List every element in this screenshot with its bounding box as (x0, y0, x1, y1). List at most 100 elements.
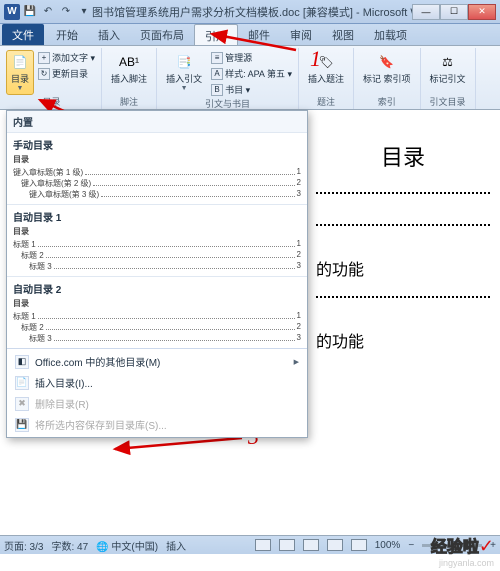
update-toc-button[interactable]: ↻更新目录 (36, 66, 97, 81)
page-num: 1 (297, 311, 301, 322)
group-toc: 📄 目录 ▼ +添加文字 ▾ ↻更新目录 目录 (2, 48, 102, 109)
view-web[interactable] (303, 539, 319, 551)
status-mode[interactable]: 插入 (166, 538, 186, 553)
group-caption: 🏷 插入题注 题注 (299, 48, 354, 109)
document-area[interactable]: 目录 的功能 的功能 (308, 110, 498, 531)
mark-entry-button[interactable]: 🔖 标记 索引项 (358, 50, 416, 88)
list-item: 键入章标题(第 3 级) (29, 189, 99, 200)
gallery-auto-toc-2[interactable]: 自动目录 2 目录 标题 11 标题 22 标题 33 (7, 276, 307, 348)
maximize-button[interactable]: ☐ (440, 4, 468, 20)
citation-label: 插入引文 (166, 72, 202, 85)
style-selector[interactable]: A样式: APA 第五 ▾ (209, 66, 294, 81)
tab-addins[interactable]: 加载项 (364, 24, 417, 45)
toc-gallery: 内置 手动目录 目录 键入章标题(第 1 级)1 键入章标题(第 2 级)2 键… (6, 110, 308, 438)
dotted-rule (316, 192, 490, 194)
remove-icon: ✖ (15, 397, 29, 411)
redo-icon[interactable]: ↷ (58, 4, 74, 20)
status-words[interactable]: 字数: 47 (51, 538, 88, 553)
page-num: 2 (297, 322, 301, 333)
lang-label: 中文(中国) (111, 542, 158, 553)
remove-toc-menu: ✖删除目录(R) (7, 393, 307, 414)
insert-caption-button[interactable]: 🏷 插入题注 (303, 50, 349, 88)
undo-icon[interactable]: ↶ (40, 4, 56, 20)
tab-home[interactable]: 开始 (46, 24, 88, 45)
save-selection-menu: 💾将所选内容保存到目录库(S)... (7, 414, 307, 435)
list-item: 标题 2 (21, 250, 44, 261)
zoom-value[interactable]: 100% (375, 540, 401, 551)
add-text-label: 添加文字 ▾ (52, 51, 95, 64)
view-outline[interactable] (327, 539, 343, 551)
tab-view[interactable]: 视图 (322, 24, 364, 45)
insert-footnote-button[interactable]: AB¹ 插入脚注 (106, 50, 152, 88)
chevron-down-icon: ▼ (181, 85, 188, 92)
bibliography-button[interactable]: B书目 ▾ (209, 82, 294, 97)
tab-references[interactable]: 引用 (194, 24, 238, 45)
gallery-manual-toc[interactable]: 手动目录 目录 键入章标题(第 1 级)1 键入章标题(第 2 级)2 键入章标… (7, 132, 307, 204)
auto2-title: 自动目录 2 (13, 281, 301, 296)
cite-icon: ⚖ (439, 53, 457, 71)
tab-insert[interactable]: 插入 (88, 24, 130, 45)
tab-mailings[interactable]: 邮件 (238, 24, 280, 45)
auto1-title: 自动目录 1 (13, 209, 301, 224)
citation-icon: 📑 (175, 53, 193, 71)
group-citation-label: 引文与书目 (205, 97, 250, 111)
biblio-label: 书目 ▾ (225, 83, 250, 96)
group-toc-label: 目录 (43, 95, 61, 109)
window-title: 图书馆管理系统用户需求分析文档模板.doc [兼容模式] - Microsoft… (92, 4, 412, 20)
toc-icon: 📄 (11, 53, 29, 71)
close-button[interactable]: ✕ (468, 4, 496, 20)
caption-label: 插入题注 (308, 72, 344, 85)
mark-label: 标记 索引项 (363, 72, 411, 85)
minimize-button[interactable]: — (412, 4, 440, 20)
insert-citation-button[interactable]: 📑 插入引文 ▼ (161, 50, 207, 95)
list-item: 键入章标题(第 1 级) (13, 167, 83, 178)
office-icon: ◧ (15, 355, 29, 369)
page-num: 1 (297, 167, 301, 178)
list-item: 标题 3 (29, 333, 52, 344)
page-num: 2 (297, 250, 301, 261)
word-icon: W (4, 4, 20, 20)
ribbon-tabs: 文件 开始 插入 页面布局 引用 邮件 审阅 视图 加载项 (0, 24, 500, 46)
office-more-label: Office.com 中的其他目录(M) (35, 354, 160, 369)
titlebar: W 💾 ↶ ↷ ▾ 图书馆管理系统用户需求分析文档模板.doc [兼容模式] -… (0, 0, 500, 24)
office-more-toc[interactable]: ◧Office.com 中的其他目录(M)▶ (7, 351, 307, 372)
insert-toc-label: 插入目录(I)... (35, 375, 93, 390)
list-item: 标题 2 (21, 322, 44, 333)
save-icon[interactable]: 💾 (22, 4, 38, 20)
group-auth-label: 引文目录 (430, 95, 466, 109)
ribbon: 📄 目录 ▼ +添加文字 ▾ ↻更新目录 目录 AB¹ 插入脚注 脚注 📑 插入… (0, 46, 500, 110)
page-num: 2 (297, 178, 301, 189)
page-num: 3 (297, 261, 301, 272)
update-label: 更新目录 (52, 67, 88, 80)
toc-button[interactable]: 📄 目录 ▼ (6, 50, 34, 95)
group-index-label: 索引 (378, 95, 396, 109)
qat-dropdown-icon[interactable]: ▾ (76, 4, 92, 20)
view-print-layout[interactable] (255, 539, 271, 551)
list-item: 标题 1 (13, 311, 36, 322)
mark-citation-button[interactable]: ⚖ 标记引文 (425, 50, 471, 88)
view-full-screen[interactable] (279, 539, 295, 551)
manage-sources-button[interactable]: ≡管理源 (209, 50, 294, 65)
page-num: 3 (297, 333, 301, 344)
check-icon: ✓ (479, 536, 494, 556)
manage-label: 管理源 (225, 51, 252, 64)
insert-toc-menu[interactable]: 📄插入目录(I)... (7, 372, 307, 393)
window-buttons: — ☐ ✕ (412, 4, 496, 20)
zoom-out[interactable]: − (408, 540, 414, 551)
group-index: 🔖 标记 索引项 索引 (354, 48, 421, 109)
view-draft[interactable] (351, 539, 367, 551)
gallery-auto-toc-1[interactable]: 自动目录 1 目录 标题 11 标题 22 标题 33 (7, 204, 307, 276)
tab-page-layout[interactable]: 页面布局 (130, 24, 194, 45)
group-footnote-label: 脚注 (120, 95, 138, 109)
quick-access-toolbar: W 💾 ↶ ↷ ▾ (4, 4, 92, 20)
save-sel-label: 将所选内容保存到目录库(S)... (35, 417, 167, 432)
tab-review[interactable]: 审阅 (280, 24, 322, 45)
add-text-button[interactable]: +添加文字 ▾ (36, 50, 97, 65)
group-footnote: AB¹ 插入脚注 脚注 (102, 48, 157, 109)
dotted-rule (316, 296, 490, 298)
doc-text-1: 的功能 (308, 236, 498, 286)
file-tab[interactable]: 文件 (2, 24, 44, 45)
status-page[interactable]: 页面: 3/3 (4, 538, 43, 553)
status-lang[interactable]: 🌐 中文(中国) (96, 538, 158, 553)
watermark-text: 经验啦 (431, 539, 479, 556)
